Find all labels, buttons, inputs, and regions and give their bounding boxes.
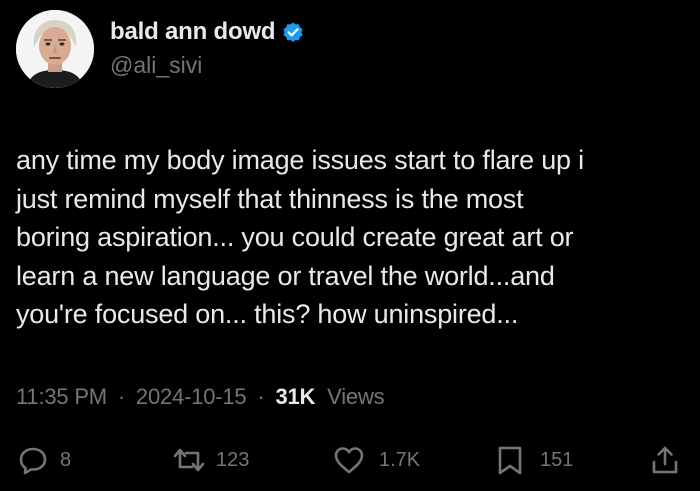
tweet-time[interactable]: 11:35 PM [16, 384, 107, 409]
reply-count: 8 [60, 448, 72, 471]
bookmark-button[interactable]: 151 [496, 440, 573, 480]
tweet-meta: 11:35 PM · 2024-10-15 · 31K Views [16, 384, 385, 410]
like-button[interactable]: 1.7K [333, 440, 420, 480]
retweet-icon [172, 445, 206, 475]
tweet-text-line: just remind myself that thinness is the … [16, 183, 524, 214]
display-name[interactable]: bald ann dowd [110, 18, 276, 46]
tweet-date[interactable]: 2024-10-15 [136, 384, 247, 409]
retweet-button[interactable]: 123 [172, 440, 249, 480]
tweet-text: any time my body image issues start to f… [16, 141, 688, 334]
reply-button[interactable]: 8 [18, 440, 71, 480]
heart-icon [333, 445, 365, 475]
reply-icon [18, 445, 48, 475]
avatar-image [16, 10, 94, 88]
share-icon [650, 445, 680, 475]
avatar[interactable] [16, 10, 94, 88]
tweet-text-line: any time my body image issues start to f… [16, 145, 584, 175]
views-label: Views [327, 384, 385, 409]
name-row: bald ann dowd [110, 16, 305, 48]
retweet-count: 123 [216, 448, 250, 471]
author-block: bald ann dowd @ali_sivi [110, 16, 305, 79]
bookmark-count: 151 [540, 448, 574, 471]
action-bar: 8 123 1.7K 151 [0, 440, 700, 480]
share-button[interactable] [650, 440, 680, 480]
tweet: bald ann dowd @ali_sivi any time my body… [0, 0, 700, 491]
verified-badge-icon [281, 20, 305, 44]
tweet-text-line: learn a new language or travel the world… [16, 260, 555, 291]
tweet-text-line: boring aspiration... you could create gr… [16, 222, 574, 252]
like-count: 1.7K [379, 448, 421, 471]
views-count: 31K [275, 384, 316, 409]
tweet-text-line: you're focused on... this? how uninspire… [16, 299, 519, 329]
meta-separator: · [257, 384, 265, 409]
handle[interactable]: @ali_sivi [110, 52, 305, 79]
meta-separator: · [117, 384, 125, 409]
bookmark-icon [496, 445, 524, 475]
